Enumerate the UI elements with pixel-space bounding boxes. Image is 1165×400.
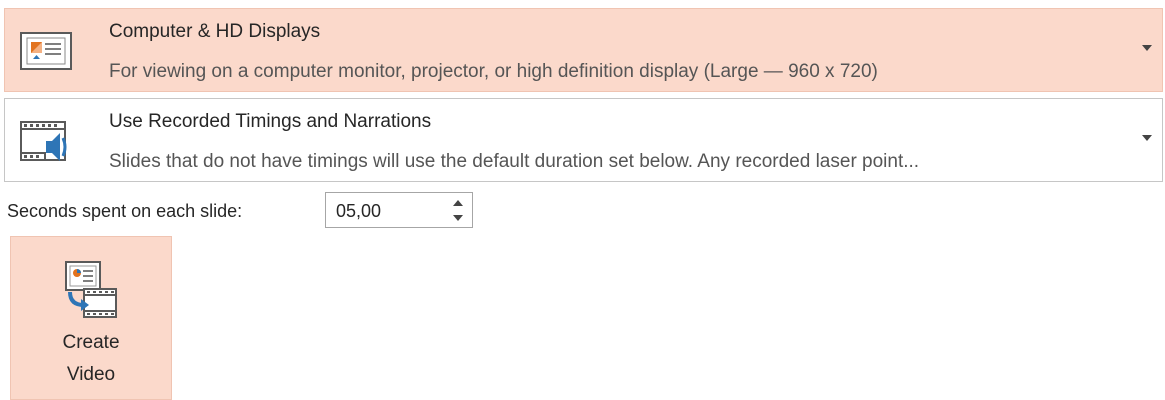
video-quality-dropdown[interactable]: Computer & HD Displays For viewing on a … [4,8,1163,92]
chevron-down-icon[interactable] [1142,45,1152,51]
seconds-per-slide-stepper[interactable]: 05,00 [325,192,473,228]
create-video-button[interactable]: Create Video [10,236,172,400]
filmstrip-speaker-icon [18,117,74,165]
timings-description: Slides that do not have timings will use… [109,151,920,172]
timings-title: Use Recorded Timings and Narrations [109,111,432,132]
create-video-icon [62,259,120,321]
spin-down-icon[interactable] [450,211,466,225]
create-video-label-line1: Create [62,332,120,353]
spin-up-icon[interactable] [450,196,466,210]
create-video-label-line2: Video [66,364,116,385]
display-presentation-icon [18,27,74,75]
timings-narrations-dropdown[interactable]: Use Recorded Timings and Narrations Slid… [4,98,1163,182]
create-video-label: Create Video [11,327,171,391]
video-quality-description: For viewing on a computer monitor, proje… [109,61,878,82]
create-video-panel: Computer & HD Displays For viewing on a … [0,0,1165,400]
seconds-per-slide-label: Seconds spent on each slide: [7,201,243,221]
chevron-down-icon[interactable] [1142,135,1152,141]
seconds-per-slide-value[interactable]: 05,00 [336,201,381,222]
video-quality-title: Computer & HD Displays [109,21,321,42]
